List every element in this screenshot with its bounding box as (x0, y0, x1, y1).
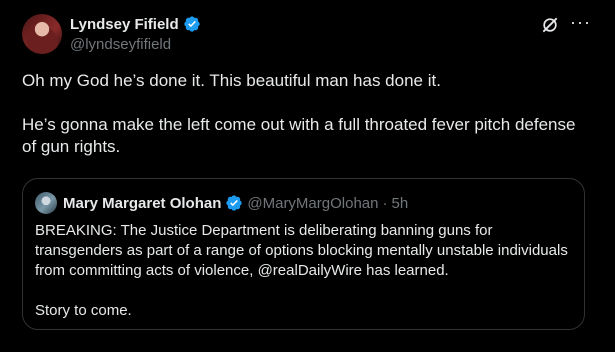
quoted-handle[interactable]: @MaryMargOlohan (247, 195, 378, 212)
quoted-verified-badge-icon (226, 195, 243, 211)
quoted-header: Mary Margaret Olohan @MaryMargOlohan · 5… (63, 194, 408, 212)
quoted-display-name[interactable]: Mary Margaret Olohan (63, 195, 221, 212)
more-options-icon[interactable]: ··· (570, 12, 591, 33)
tweet-text: Oh my God he’s done it. This beautiful m… (22, 71, 576, 156)
verified-badge-icon (183, 16, 200, 32)
grok-icon[interactable] (540, 15, 560, 35)
author-handle[interactable]: @lyndseyfifield (70, 36, 171, 53)
quoted-text: BREAKING: The Justice Department is deli… (35, 222, 568, 319)
quoted-avatar[interactable] (35, 192, 57, 214)
quoted-timestamp[interactable]: 5h (391, 195, 408, 212)
quoted-separator: · (382, 194, 388, 212)
author-display-name[interactable]: Lyndsey Fifield (70, 16, 179, 33)
avatar[interactable] (22, 14, 62, 54)
author-name-row: Lyndsey Fifield (70, 15, 201, 33)
quoted-tweet[interactable]: Mary Margaret Olohan @MaryMargOlohan · 5… (22, 178, 585, 330)
